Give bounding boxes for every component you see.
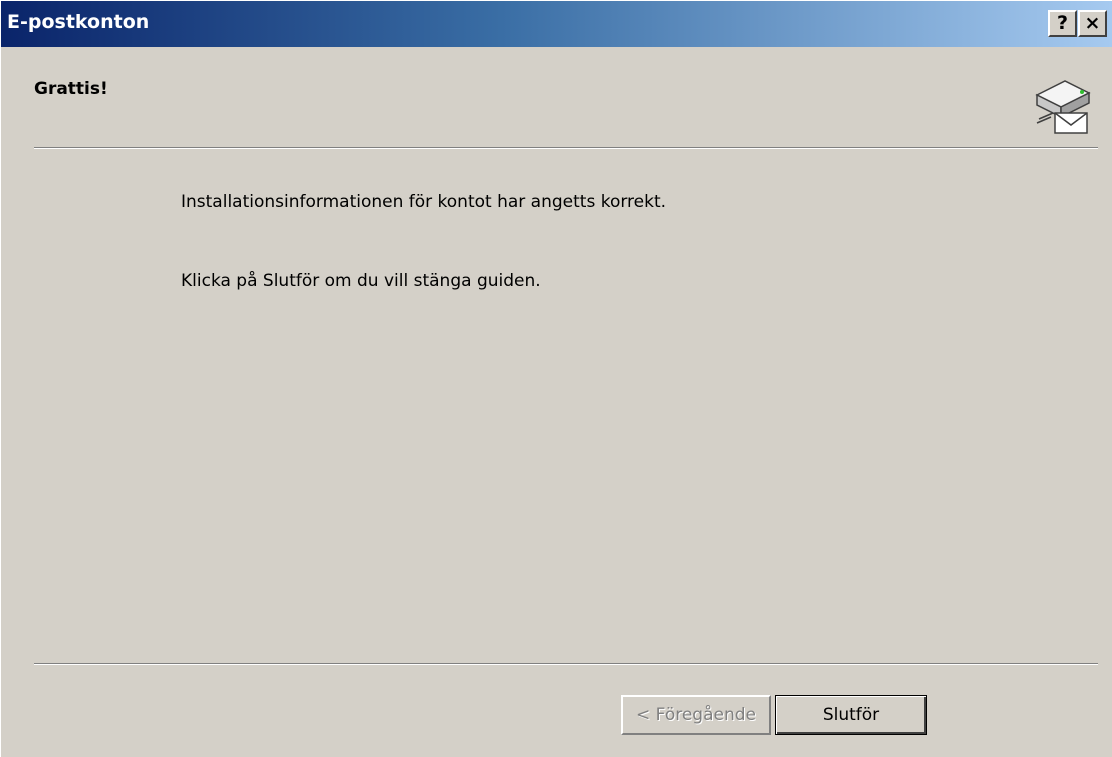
mail-server-icon (1031, 73, 1093, 135)
footer-separator (34, 663, 1098, 665)
help-button[interactable]: ? (1048, 10, 1077, 37)
wizard-dialog: E-postkonton ? × Grattis! Installationsi… (0, 0, 1112, 757)
close-button[interactable]: × (1078, 10, 1107, 37)
title-bar[interactable]: E-postkonton ? × (1, 1, 1112, 47)
finish-button[interactable]: Slutför (775, 695, 927, 735)
back-button[interactable]: < Föregående (621, 695, 771, 735)
success-message: Installationsinformationen för kontot ha… (181, 192, 667, 212)
instruction-message: Klicka på Slutför om du vill stänga guid… (181, 271, 541, 291)
window-title: E-postkonton (7, 11, 150, 33)
page-title: Grattis! (34, 79, 108, 99)
header-separator (34, 147, 1098, 149)
